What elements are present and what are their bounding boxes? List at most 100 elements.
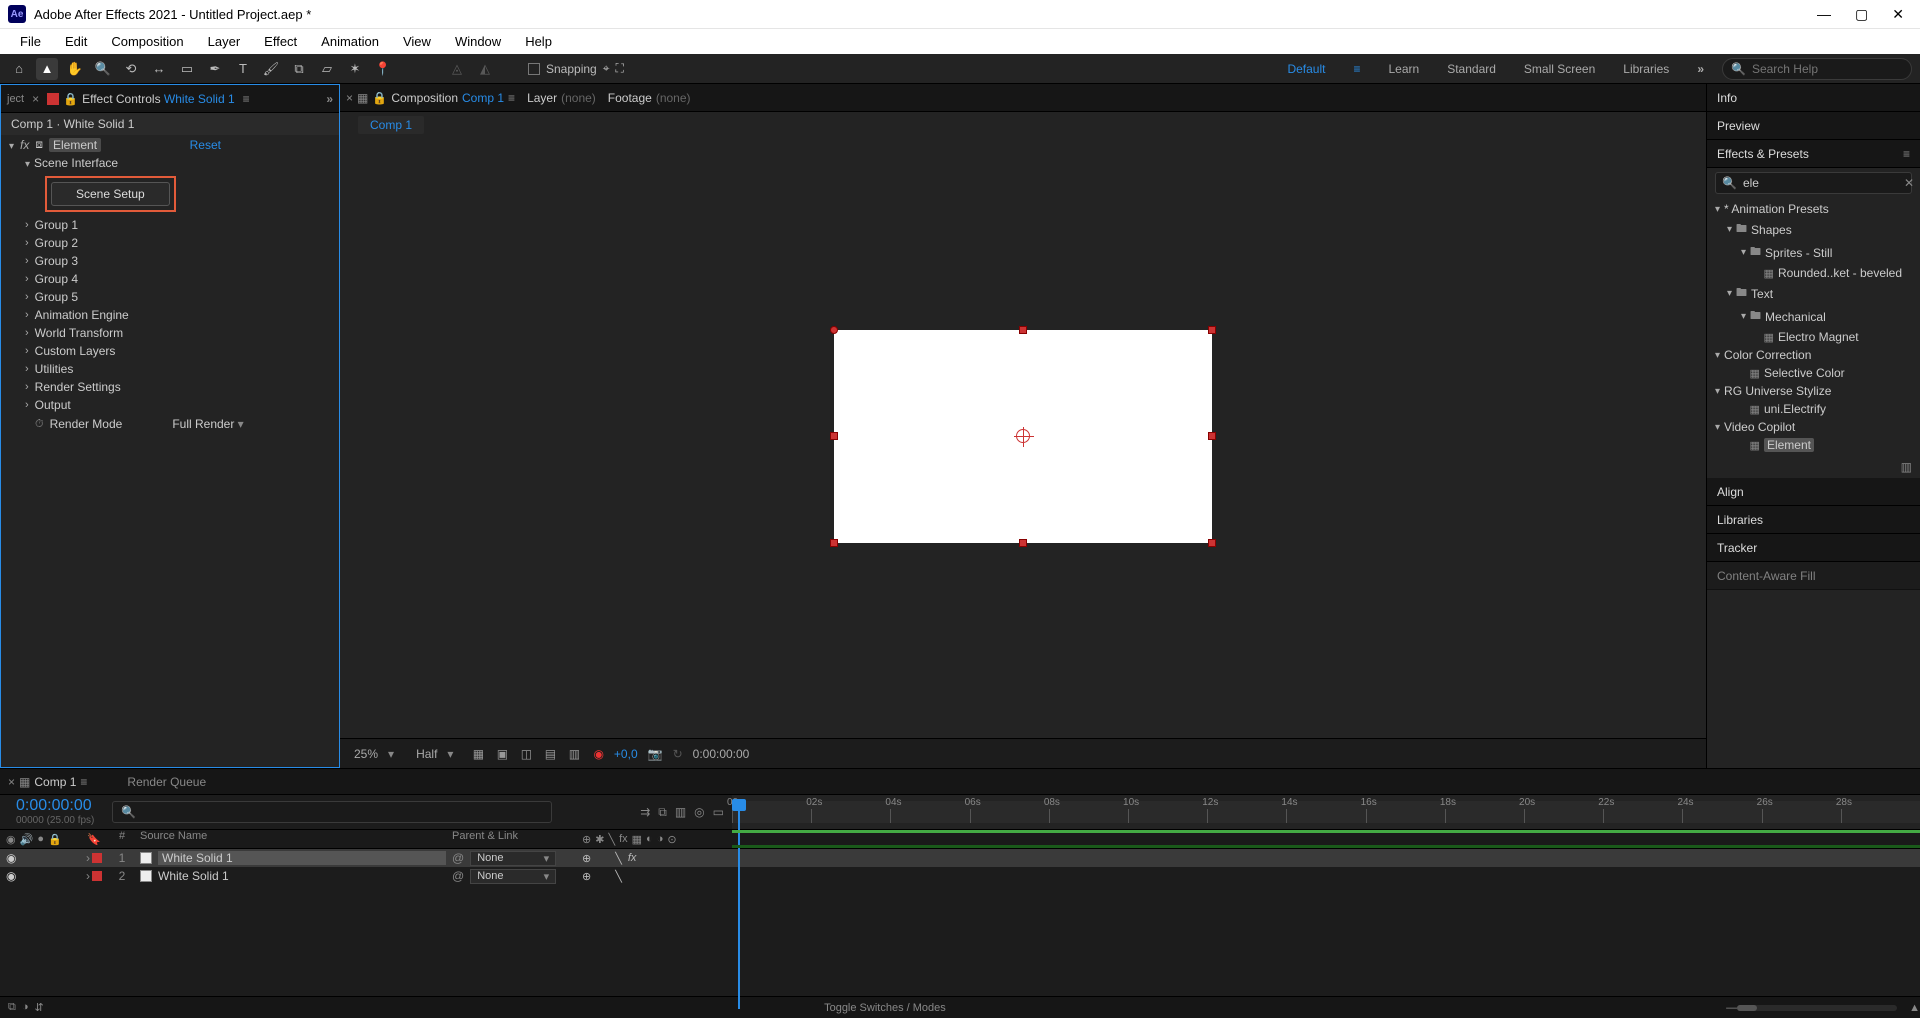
prop-world-transform[interactable]: World Transform	[1, 324, 339, 342]
tree-cc-item[interactable]: ▦Selective Color	[1707, 364, 1920, 382]
composition-viewport[interactable]	[340, 134, 1706, 738]
switch-icon[interactable]: ✱	[595, 833, 604, 846]
tree-text[interactable]: 🖿Text	[1707, 282, 1920, 305]
guides-icon[interactable]: ▥	[565, 747, 583, 761]
mask-icon[interactable]: ▣	[493, 747, 511, 761]
time-ruler[interactable]: 00s 02s 04s 06s 08s 10s 12s 14s 16s 18s …	[732, 795, 1920, 829]
prop-group-1[interactable]: Group 1	[1, 216, 339, 234]
info-panel-header[interactable]: Info	[1707, 84, 1920, 112]
footage-tab[interactable]: Footage (none)	[608, 91, 691, 105]
switch-icon[interactable]: ◐	[646, 833, 653, 845]
composition-canvas[interactable]	[834, 330, 1212, 543]
menu-composition[interactable]: Composition	[99, 30, 195, 53]
scene-setup-button[interactable]: Scene Setup	[51, 182, 170, 206]
menu-effect[interactable]: Effect	[252, 30, 309, 53]
panel-menu-icon[interactable]: ≡	[1903, 147, 1910, 161]
exposure-value[interactable]: +0,0	[614, 747, 638, 761]
prop-group-3[interactable]: Group 3	[1, 252, 339, 270]
handle-bot-left[interactable]	[830, 539, 838, 547]
pickwhip-icon[interactable]: @	[452, 869, 464, 883]
workspace-more-icon[interactable]: »	[1697, 62, 1704, 76]
grid-icon[interactable]: ▤	[541, 747, 559, 761]
transparency-grid-icon[interactable]: ▦	[469, 747, 487, 761]
tree-sprites-item[interactable]: ▦Rounded..ket - beveled	[1707, 264, 1920, 282]
layer-name[interactable]: White Solid 1	[158, 869, 229, 883]
render-mode-dropdown[interactable]: Full Render	[172, 417, 331, 431]
layer-row[interactable]: ◉ › 2 White Solid 1 @None ⊕╲	[0, 867, 1920, 885]
anchor-point-icon[interactable]	[1016, 429, 1030, 443]
render-queue-tab[interactable]: Render Queue	[127, 775, 206, 789]
prop-group-2[interactable]: Group 2	[1, 234, 339, 252]
collapse-icon[interactable]: ⊕	[582, 870, 591, 883]
scene-interface-group[interactable]: Scene Interface	[1, 154, 339, 172]
workspace-libraries[interactable]: Libraries	[1623, 62, 1669, 76]
num-col-header[interactable]: #	[110, 830, 134, 848]
motion-blur-icon[interactable]: ◎	[694, 805, 704, 819]
prop-output[interactable]: Output	[1, 396, 339, 414]
switch-icon[interactable]: ◑	[657, 833, 664, 845]
layer-row[interactable]: ◉ › 1 White Solid 1 @None ⊕╲fx	[0, 849, 1920, 867]
menu-layer[interactable]: Layer	[196, 30, 253, 53]
workspace-default[interactable]: Default	[1287, 62, 1325, 76]
brush-tool[interactable]: 🖌	[260, 58, 282, 80]
stopwatch-icon[interactable]	[35, 416, 44, 431]
effect-header-row[interactable]: fx ⧈ Element Reset	[1, 135, 339, 154]
tab-overflow-icon[interactable]: »	[326, 92, 333, 106]
timeline-search-input[interactable]	[142, 805, 543, 820]
playhead[interactable]	[732, 795, 748, 819]
tab-close-icon[interactable]: ×	[346, 91, 353, 105]
fx-switch-icon[interactable]: fx	[628, 852, 637, 864]
comp-tab-pill[interactable]: Comp 1	[358, 116, 424, 134]
lock-col-icon[interactable]: 🔒	[48, 833, 62, 846]
prop-utilities[interactable]: Utilities	[1, 360, 339, 378]
orbit-tool[interactable]: ⟲	[120, 58, 142, 80]
panel-menu-icon[interactable]: ≡	[80, 775, 87, 789]
switch-icon[interactable]: ╲	[608, 833, 615, 846]
refresh-icon[interactable]: ↻	[673, 747, 683, 761]
time-zoom-slider[interactable]	[1737, 1005, 1897, 1011]
mesh-icon-2[interactable]: ◭	[474, 58, 496, 80]
pen-tool[interactable]: ✒	[204, 58, 226, 80]
menu-help[interactable]: Help	[513, 30, 564, 53]
timeline-timecode[interactable]: 0:00:00:00 00000 (25.00 fps)	[0, 795, 112, 829]
handle-top-right[interactable]	[1208, 326, 1216, 334]
minimize-button[interactable]: —	[1817, 6, 1831, 23]
layer-tab[interactable]: Layer (none)	[527, 91, 596, 105]
resolution-dropdown[interactable]: Half	[410, 745, 459, 763]
workspace-learn[interactable]: Learn	[1389, 62, 1420, 76]
prop-render-settings[interactable]: Render Settings	[1, 378, 339, 396]
parent-dropdown[interactable]: None	[470, 851, 556, 866]
menu-file[interactable]: File	[8, 30, 53, 53]
selection-tool[interactable]: ▲	[36, 58, 58, 80]
label-col-icon[interactable]: 🔖	[87, 833, 101, 846]
tree-sprites[interactable]: 🖿Sprites - Still	[1707, 241, 1920, 264]
footer-icon[interactable]: ⧉	[8, 1001, 16, 1014]
graph-icon[interactable]: ▭	[713, 805, 724, 819]
solo-col-icon[interactable]: ●	[37, 833, 44, 845]
snap-expand-icon[interactable]: ⛶	[615, 61, 623, 76]
switch-icon[interactable]: ⊕	[582, 833, 591, 846]
effect-name[interactable]: Element	[49, 138, 101, 152]
prop-custom-layers[interactable]: Custom Layers	[1, 342, 339, 360]
eraser-tool[interactable]: ▱	[316, 58, 338, 80]
rectangle-tool[interactable]: ▭	[176, 58, 198, 80]
label-swatch[interactable]	[92, 871, 102, 881]
audio-col-icon[interactable]: 🔊	[20, 833, 34, 846]
menu-edit[interactable]: Edit	[53, 30, 99, 53]
hand-tool[interactable]: ✋	[64, 58, 86, 80]
maximize-button[interactable]: ▢	[1855, 6, 1868, 23]
tree-anim-presets[interactable]: * Animation Presets	[1707, 200, 1920, 218]
tree-mechanical[interactable]: 🖿Mechanical	[1707, 305, 1920, 328]
prop-group-4[interactable]: Group 4	[1, 270, 339, 288]
tree-rg-item[interactable]: ▦uni.Electrify	[1707, 400, 1920, 418]
footer-icon[interactable]: ◑	[22, 1001, 29, 1014]
draft3d-icon[interactable]: ⧉	[658, 805, 667, 820]
effects-presets-header[interactable]: Effects & Presets ≡	[1707, 140, 1920, 168]
composition-tab[interactable]: × ▦ 🔒 Composition Comp 1 ≡	[346, 91, 515, 105]
panel-menu-icon[interactable]: ≡	[508, 91, 515, 105]
handle-top-mid[interactable]	[1019, 326, 1027, 334]
close-button[interactable]: ✕	[1892, 6, 1904, 23]
label-swatch[interactable]	[92, 853, 102, 863]
tracker-panel-header[interactable]: Tracker	[1707, 534, 1920, 562]
lock-icon[interactable]: 🔒	[63, 92, 78, 106]
